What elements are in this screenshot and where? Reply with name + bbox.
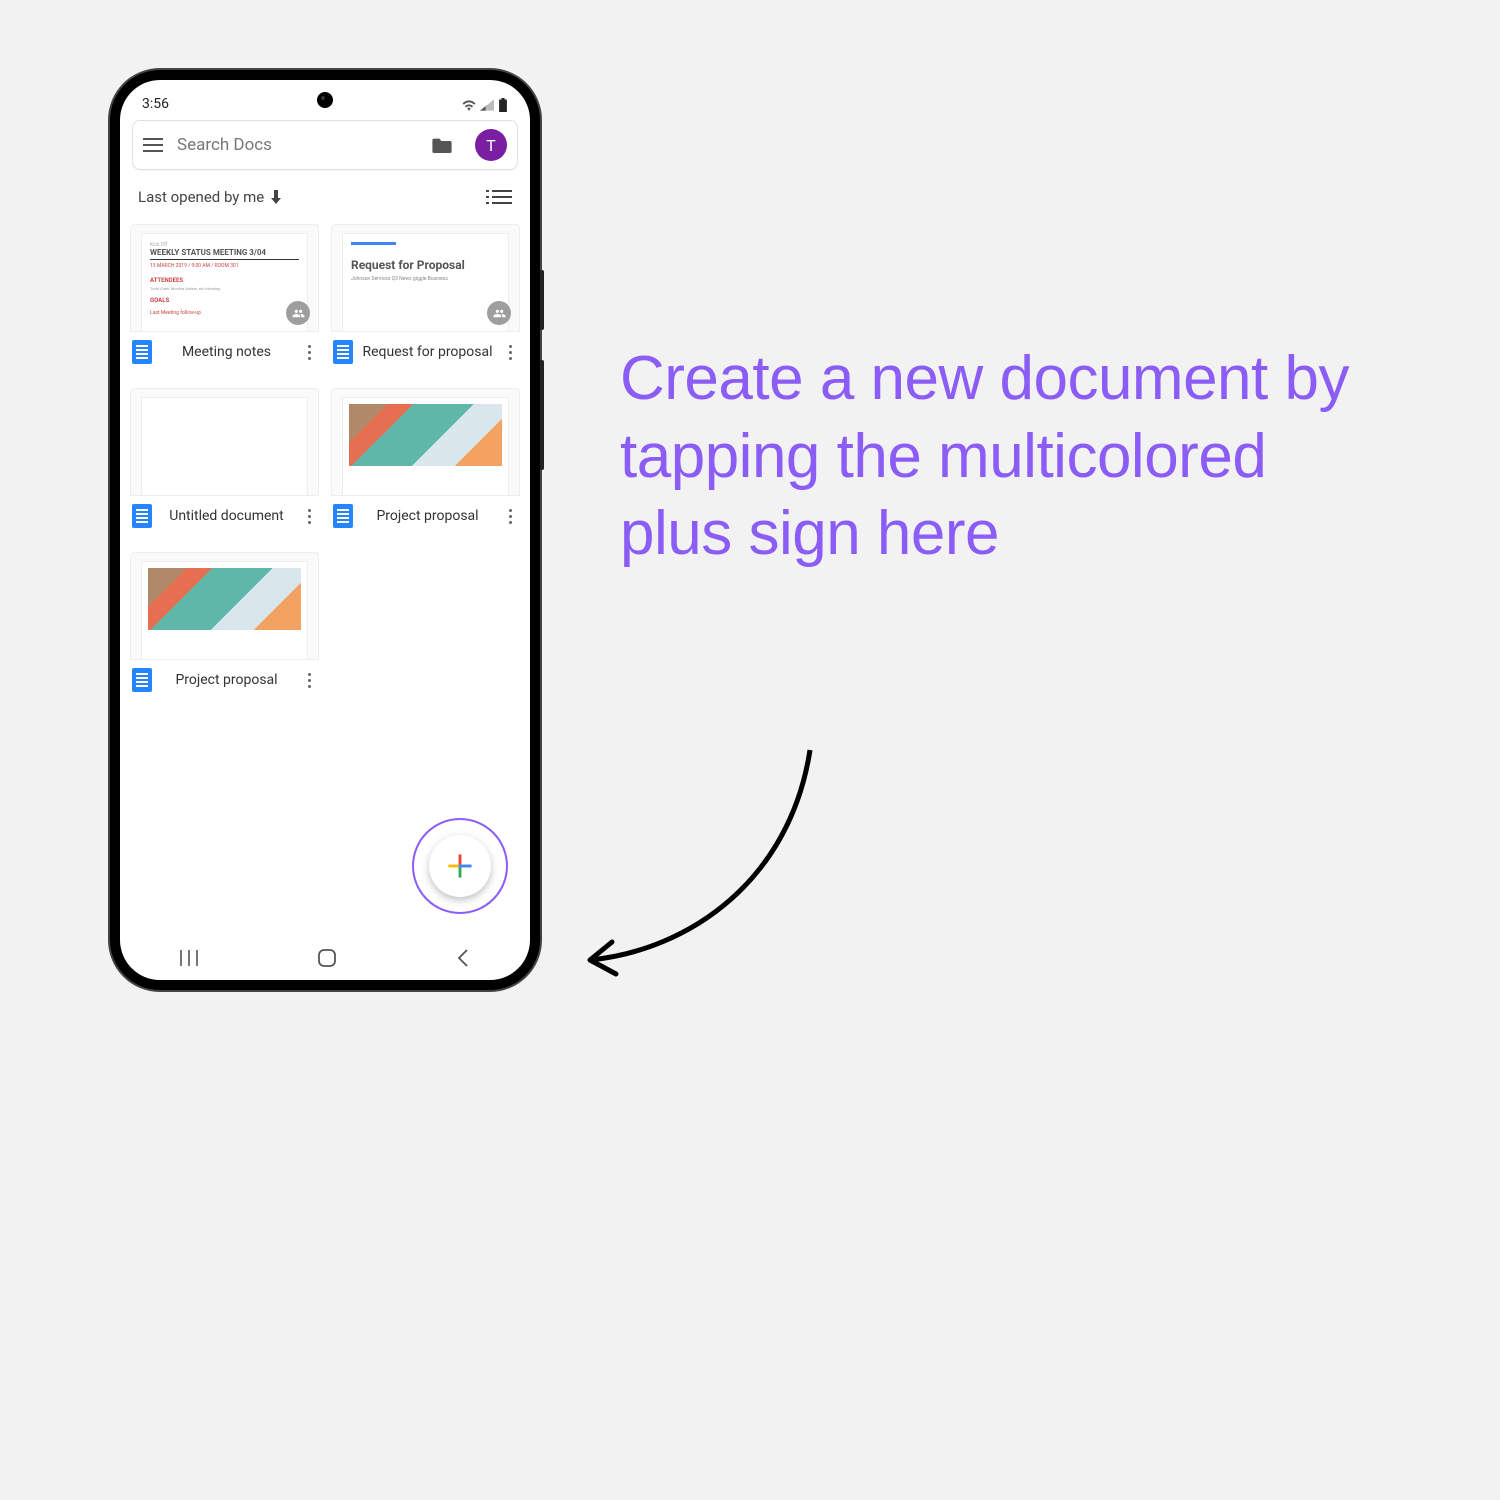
shared-icon [487, 301, 511, 325]
menu-icon[interactable] [143, 138, 163, 152]
account-avatar[interactable]: T [475, 129, 507, 161]
wifi-icon [462, 99, 476, 111]
phone-frame: 3:56 Search Docs T Last opened by me [110, 70, 540, 990]
more-icon[interactable] [502, 505, 518, 528]
fab-highlight-ring [412, 818, 508, 914]
sort-button[interactable]: Last opened by me [138, 188, 282, 206]
annotation-arrow [560, 740, 820, 1000]
doc-card[interactable]: Untitled document [130, 388, 319, 528]
sort-label: Last opened by me [138, 188, 264, 206]
signal-icon [480, 99, 494, 111]
doc-title: Request for proposal [359, 344, 496, 361]
doc-thumbnail [331, 388, 520, 496]
more-icon[interactable] [502, 341, 518, 364]
folder-icon[interactable] [431, 137, 453, 153]
search-bar[interactable]: Search Docs T [132, 120, 518, 170]
arrow-down-icon [270, 190, 282, 204]
phone-side-button [540, 270, 544, 330]
doc-title: Meeting notes [158, 344, 295, 361]
more-icon[interactable] [301, 341, 317, 364]
doc-thumbnail [130, 388, 319, 496]
android-nav-bar [120, 936, 530, 980]
docs-file-icon [132, 504, 152, 528]
front-camera [317, 92, 333, 108]
annotation-text: Create a new document by tapping the mul… [620, 340, 1390, 573]
doc-thumbnail [130, 552, 319, 660]
new-document-fab[interactable] [429, 835, 491, 897]
doc-title: Project proposal [359, 508, 496, 525]
back-nav-icon[interactable] [455, 949, 471, 967]
docs-file-icon [333, 340, 353, 364]
docs-file-icon [333, 504, 353, 528]
recents-nav-icon[interactable] [179, 950, 199, 966]
battery-icon [498, 98, 508, 112]
doc-title: Project proposal [158, 672, 295, 689]
more-icon[interactable] [301, 505, 317, 528]
home-nav-icon[interactable] [317, 948, 337, 968]
doc-card[interactable]: Request for Proposal Johnson Services Q3… [331, 224, 520, 364]
plus-icon [447, 853, 473, 879]
more-icon[interactable] [301, 669, 317, 692]
phone-side-button [540, 360, 544, 470]
docs-file-icon [132, 340, 152, 364]
doc-thumbnail: Kick Off WEEKLY STATUS MEETING 3/04 13 M… [130, 224, 319, 332]
doc-card[interactable]: Project proposal [130, 552, 319, 692]
view-toggle-icon[interactable] [492, 190, 512, 204]
status-time: 3:56 [142, 96, 169, 112]
doc-card[interactable]: Kick Off WEEKLY STATUS MEETING 3/04 13 M… [130, 224, 319, 364]
doc-card[interactable]: Project proposal [331, 388, 520, 528]
doc-thumbnail: Request for Proposal Johnson Services Q3… [331, 224, 520, 332]
docs-file-icon [132, 668, 152, 692]
sort-row: Last opened by me [120, 176, 530, 210]
shared-icon [286, 301, 310, 325]
screen: 3:56 Search Docs T Last opened by me [120, 80, 530, 980]
search-input[interactable]: Search Docs [177, 135, 417, 155]
doc-title: Untitled document [158, 508, 295, 525]
